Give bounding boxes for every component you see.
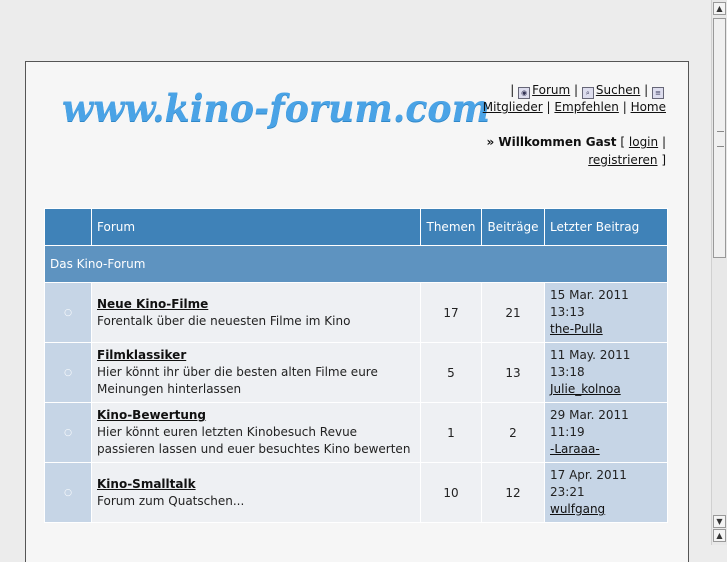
table-row: ○ Neue Kino-Filme Forentalk über die neu…	[44, 282, 668, 343]
last-post-date: 17 Apr. 2011 23:21	[550, 468, 627, 499]
themen-count: 10	[420, 462, 482, 523]
last-post-cell: 11 May. 2011 13:18 Julie_kolnoa	[544, 342, 668, 403]
forum-title-link[interactable]: Filmklassiker	[97, 347, 415, 364]
last-post-user-link[interactable]: the-Pulla	[550, 322, 603, 336]
forum-cell: Kino-Smalltalk Forum zum Quatschen...	[91, 462, 421, 523]
table-row: ○ Filmklassiker Hier könnt ihr über die …	[44, 342, 668, 403]
header-themen: Themen	[420, 208, 482, 246]
last-post-cell: 15 Mar. 2011 13:13 the-Pulla	[544, 282, 668, 343]
table-header-row: Forum Themen Beiträge Letzter Beitrag	[44, 208, 668, 246]
last-post-date: 11 May. 2011 13:18	[550, 348, 631, 379]
scroll-down-icon[interactable]: ▲	[713, 529, 726, 542]
login-link[interactable]: login	[629, 135, 658, 149]
category-row: Das Kino-Forum	[44, 245, 668, 283]
nav-home-link[interactable]: Home	[631, 100, 666, 114]
forum-table: Forum Themen Beiträge Letzter Beitrag Da…	[44, 208, 668, 523]
site-logo[interactable]: www.kino-forum.com	[62, 86, 490, 130]
forum-title-link[interactable]: Neue Kino-Filme	[97, 296, 415, 313]
forum-cell: Neue Kino-Filme Forentalk über die neues…	[91, 282, 421, 343]
beitraege-count: 12	[481, 462, 545, 523]
last-post-date: 29 Mar. 2011 11:19	[550, 408, 629, 439]
nav-members-link[interactable]: Mitglieder	[483, 100, 543, 114]
scroll-down-icon[interactable]: ▼	[713, 515, 726, 528]
category-title[interactable]: Das Kino-Forum	[44, 245, 668, 283]
page-container: www.kino-forum.com | ◉ Forum | ⌕ Suchen | …	[25, 61, 689, 562]
header-beitraege: Beiträge	[481, 208, 545, 246]
themen-count: 1	[420, 402, 482, 463]
welcome-box: » Willkommen Gast [ login | registrieren…	[486, 135, 666, 167]
vertical-scrollbar[interactable]: ▲ ▼ ▲	[711, 0, 727, 545]
nav-recommend-link[interactable]: Empfehlen	[554, 100, 618, 114]
forum-title-link[interactable]: Kino-Smalltalk	[97, 476, 415, 493]
forum-description: Forum zum Quatschen...	[97, 493, 245, 508]
scrollbar-thumb[interactable]	[713, 18, 726, 258]
nav-forum-link[interactable]: Forum	[532, 83, 570, 97]
last-post-cell: 17 Apr. 2011 23:21 wulfgang	[544, 462, 668, 523]
top-nav: | ◉ Forum | ⌕ Suchen | ≡ Mitglieder | Empf…	[482, 83, 666, 114]
themen-count: 5	[420, 342, 482, 403]
scroll-up-icon[interactable]: ▲	[713, 2, 726, 15]
welcome-text: » Willkommen Gast	[486, 135, 617, 149]
forum-icon: ◉	[518, 87, 531, 99]
forum-cell: Kino-Bewertung Hier könnt euren letzten …	[91, 402, 421, 463]
circle-icon: ○	[44, 462, 92, 523]
last-post-user-link[interactable]: Julie_kolnoa	[550, 382, 621, 396]
last-post-date: 15 Mar. 2011 13:13	[550, 288, 629, 319]
forum-description: Hier könnt ihr über die besten alten Fil…	[97, 365, 378, 396]
circle-icon: ○	[44, 402, 92, 463]
nav-search-link[interactable]: Suchen	[596, 83, 640, 97]
forum-cell: Filmklassiker Hier könnt ihr über die be…	[91, 342, 421, 403]
grip-icon	[717, 131, 724, 147]
beitraege-count: 2	[481, 402, 545, 463]
table-row: ○ Kino-Bewertung Hier könnt euren letzte…	[44, 402, 668, 463]
header-forum: Forum	[91, 208, 421, 246]
last-post-cell: 29 Mar. 2011 11:19 -Laraaa-	[544, 402, 668, 463]
forum-description: Forentalk über die neuesten Filme im Kin…	[97, 313, 351, 328]
circle-icon: ○	[44, 342, 92, 403]
list-icon: ≡	[652, 87, 664, 99]
forum-title-link[interactable]: Kino-Bewertung	[97, 407, 415, 424]
register-link[interactable]: registrieren	[588, 153, 657, 167]
last-post-user-link[interactable]: wulfgang	[550, 502, 605, 516]
last-post-user-link[interactable]: -Laraaa-	[550, 442, 600, 456]
search-icon: ⌕	[581, 87, 594, 99]
circle-icon: ○	[44, 282, 92, 343]
themen-count: 17	[420, 282, 482, 343]
header-last-post: Letzter Beitrag	[544, 208, 668, 246]
header-icon-cell	[44, 208, 92, 246]
beitraege-count: 13	[481, 342, 545, 403]
forum-description: Hier könnt euren letzten Kinobesuch Revu…	[97, 425, 411, 456]
table-row: ○ Kino-Smalltalk Forum zum Quatschen... …	[44, 462, 668, 523]
beitraege-count: 21	[481, 282, 545, 343]
